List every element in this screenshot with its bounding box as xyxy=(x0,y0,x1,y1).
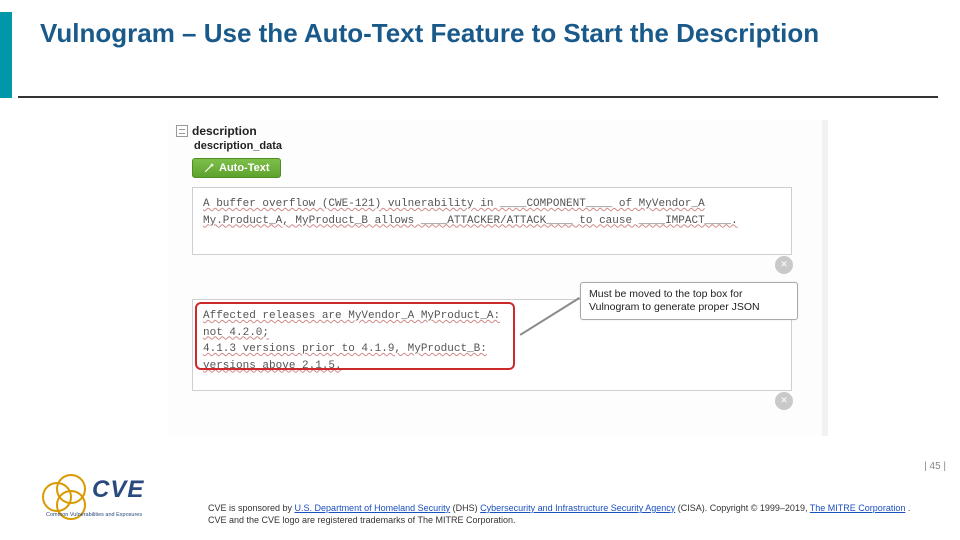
accent-bar xyxy=(0,12,12,98)
clear-textbox-1-button[interactable]: ✕ xyxy=(775,256,793,274)
callout-note: Must be moved to the top box for Vulnogr… xyxy=(580,282,798,320)
slide-footer: | 45 | CVE Common Vulnerabilities and Ex… xyxy=(0,460,960,540)
clear-textbox-2-button[interactable]: ✕ xyxy=(775,392,793,410)
page-number: | 45 | xyxy=(924,461,946,472)
autotext-button-label: Auto-Text xyxy=(219,162,270,174)
callout-text: Must be moved to the top box for Vulnogr… xyxy=(589,288,760,313)
title-rule xyxy=(18,96,938,98)
list-icon xyxy=(176,125,188,137)
description-section-label: description xyxy=(176,124,814,138)
footer-link-mitre[interactable]: The MITRE Corporation xyxy=(810,503,906,513)
footer-cisa-suffix: (CISA). Copyright © 1999–2019, xyxy=(678,503,810,513)
magic-wand-icon xyxy=(203,162,215,174)
footer-text: CVE is sponsored by U.S. Department of H… xyxy=(208,502,930,526)
textbox2-line3: 4.1.3 versions prior to 4.1.9, MyProduct… xyxy=(203,341,781,358)
footer-dhs-paren: (DHS) xyxy=(453,503,481,513)
close-icon: ✕ xyxy=(781,257,788,274)
footer-link-dhs[interactable]: U.S. Department of Homeland Security xyxy=(295,503,451,513)
slide: Vulnogram – Use the Auto-Text Feature to… xyxy=(0,0,960,540)
autotext-button[interactable]: Auto-Text xyxy=(192,158,281,178)
textbox1-content: A buffer overflow (CWE-121) vulnerabilit… xyxy=(203,198,738,227)
textbox2-line4: versions above 2.1.5. xyxy=(203,358,781,375)
description-textbox-1[interactable]: A buffer overflow (CWE-121) vulnerabilit… xyxy=(192,187,792,255)
close-icon: ✕ xyxy=(781,393,788,410)
footer-sponsor-prefix: CVE is sponsored by xyxy=(208,503,295,513)
description-label-text: description xyxy=(192,124,257,138)
footer-link-cisa[interactable]: Cybersecurity and Infrastructure Securit… xyxy=(480,503,675,513)
slide-title: Vulnogram – Use the Auto-Text Feature to… xyxy=(40,18,920,49)
cve-logo-subtext: Common Vulnerabilities and Exposures xyxy=(46,512,142,518)
vulnogram-screenshot: description description_data Auto-Text A… xyxy=(168,120,828,436)
cve-logo: CVE Common Vulnerabilities and Exposures xyxy=(42,474,162,520)
cve-logo-text: CVE xyxy=(92,476,144,504)
description-data-label: description_data xyxy=(194,140,814,152)
textbox2-line2: not 4.2.0; xyxy=(203,325,781,342)
